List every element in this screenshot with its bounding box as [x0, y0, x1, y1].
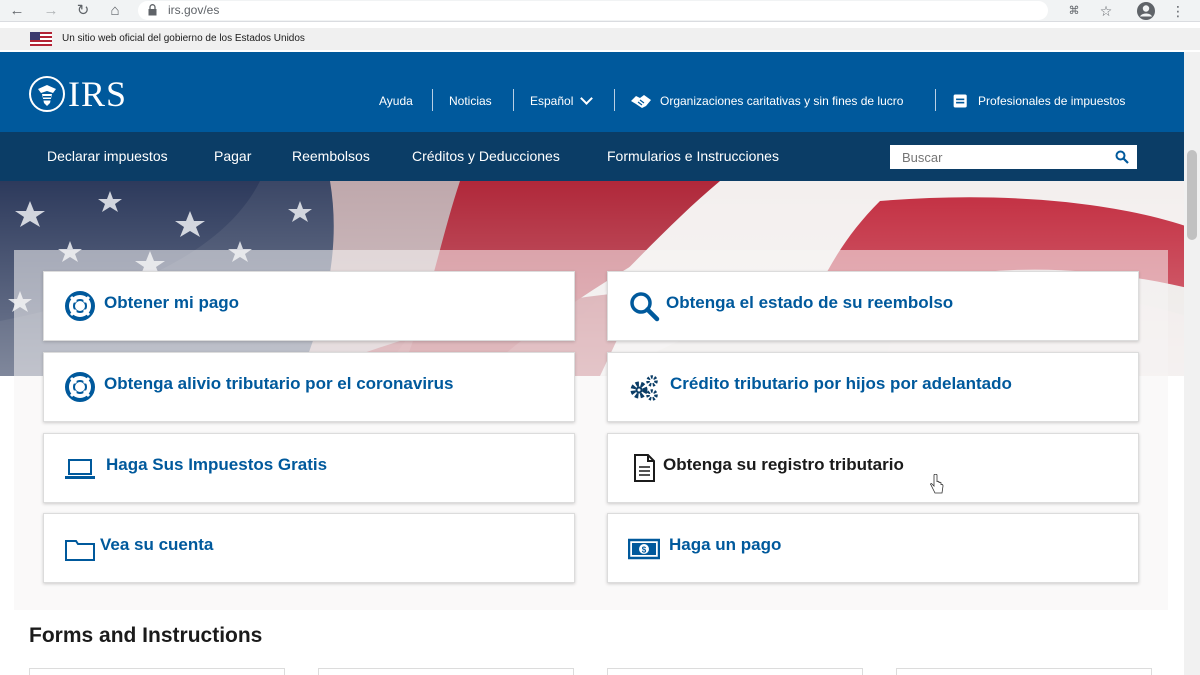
forms-card[interactable] — [318, 668, 574, 675]
util-link-noticias[interactable]: Noticias — [449, 91, 492, 111]
forms-card[interactable] — [896, 668, 1152, 675]
util-divider — [614, 89, 615, 111]
laptop-icon — [65, 459, 95, 479]
nav-item-file[interactable]: Declarar impuestos — [47, 148, 168, 164]
nav-item-refunds[interactable]: Reembolsos — [292, 148, 370, 164]
document-icon — [634, 454, 655, 482]
util-link-ayuda[interactable]: Ayuda — [379, 91, 413, 111]
lifebuoy-icon — [65, 291, 95, 321]
card-label: Obtener mi pago — [104, 293, 240, 312]
util-link-charities[interactable]: Organizaciones caritativas y sin fines d… — [630, 91, 903, 111]
util-divider — [935, 89, 936, 111]
hand-cursor-icon — [930, 474, 944, 494]
browser-menu-icon[interactable]: ⋮ — [1168, 1, 1188, 21]
reload-icon[interactable]: ↻ — [74, 2, 92, 20]
card-tax-transcript[interactable]: Obtenga su registro tributario — [607, 433, 1139, 503]
money-icon: $ — [628, 538, 660, 560]
forward-arrow-icon[interactable]: → — [42, 2, 60, 20]
svg-text:$: $ — [642, 546, 647, 555]
util-link-label: Ayuda — [379, 94, 413, 108]
card-coronavirus-relief[interactable]: Obtenga alivio tributario por el coronav… — [43, 352, 575, 422]
home-icon[interactable]: ⌂ — [106, 2, 124, 20]
util-link-label: Español — [530, 94, 574, 108]
search-icon[interactable] — [1115, 150, 1129, 164]
card-label: Obtenga su registro tributario — [663, 455, 904, 474]
nav-item-pay[interactable]: Pagar — [214, 148, 251, 164]
card-label: Haga Sus Impuestos Gratis — [106, 455, 328, 474]
nav-item-forms[interactable]: Formularios e Instrucciones — [607, 148, 779, 164]
star-bookmark-icon[interactable]: ☆ — [1096, 1, 1116, 21]
chevron-down-icon — [580, 92, 594, 105]
card-get-my-payment[interactable]: Obtener mi pago — [43, 271, 575, 341]
address-bar[interactable]: irs.gov/es — [138, 1, 1048, 20]
card-refund-status[interactable]: Obtenga el estado de su reembolso — [607, 271, 1139, 341]
scrollbar-thumb[interactable] — [1187, 150, 1197, 240]
forms-card[interactable] — [607, 668, 863, 675]
nav-item-credits[interactable]: Créditos y Deducciones — [412, 148, 560, 164]
translate-icon[interactable]: ⌘ — [1064, 1, 1084, 21]
handshake-icon — [631, 95, 651, 108]
card-free-file[interactable]: Haga Sus Impuestos Gratis — [43, 433, 575, 503]
briefcase-icon — [953, 94, 967, 108]
util-link-label: Organizaciones caritativas y sin fines d… — [660, 94, 904, 108]
card-label: Crédito tributario por hijos por adelant… — [670, 374, 1012, 393]
magnifier-icon — [630, 292, 660, 322]
search-input[interactable] — [890, 145, 1110, 169]
util-divider — [513, 89, 514, 111]
search-box — [890, 145, 1137, 169]
card-label: Vea su cuenta — [100, 535, 214, 554]
us-flag-icon — [30, 32, 52, 46]
browser-toolbar: ← → ↻ ⌂ irs.gov/es ⌘ ☆ ⋮ — [0, 0, 1200, 22]
card-label: Haga un pago — [669, 535, 782, 554]
scrollbar-track[interactable] — [1184, 52, 1200, 675]
site-header: IRS Ayuda Noticias Español Organizacione… — [0, 52, 1200, 132]
section-heading: Forms and Instructions — [29, 624, 263, 647]
util-link-label: Noticias — [449, 94, 492, 108]
profile-avatar-icon[interactable] — [1136, 1, 1156, 21]
card-label: Obtenga el estado de su reembolso — [666, 293, 954, 312]
util-divider — [432, 89, 433, 111]
folder-icon — [65, 540, 95, 561]
back-arrow-icon[interactable]: ← — [8, 2, 26, 20]
lifebuoy-icon — [65, 372, 95, 402]
url-text: irs.gov/es — [168, 3, 220, 17]
card-view-account[interactable]: Vea su cuenta — [43, 513, 575, 583]
gears-icon — [630, 375, 658, 401]
gov-banner-text: Un sitio web oficial del gobierno de los… — [62, 33, 305, 44]
util-link-label: Profesionales de impuestos — [978, 94, 1126, 108]
gov-banner: Un sitio web oficial del gobierno de los… — [0, 28, 1200, 50]
forms-card[interactable] — [29, 668, 285, 675]
lock-icon — [148, 4, 157, 16]
logo-wordmark: IRS — [68, 74, 128, 114]
eagle-emblem-icon — [29, 76, 65, 112]
card-make-payment[interactable]: $ Haga un pago — [607, 513, 1139, 583]
card-label: Obtenga alivio tributario por el coronav… — [104, 374, 454, 393]
irs-logo[interactable]: IRS — [28, 74, 127, 114]
card-child-tax-credit[interactable]: Crédito tributario por hijos por adelant… — [607, 352, 1139, 422]
language-dropdown[interactable]: Español — [530, 91, 594, 111]
util-link-tax-pros[interactable]: Profesionales de impuestos — [952, 91, 1125, 111]
